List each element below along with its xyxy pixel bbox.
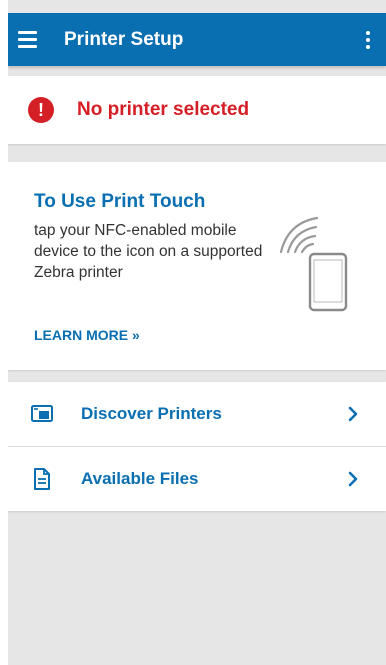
- chevron-right-icon: [348, 471, 358, 487]
- print-touch-description: tap your NFC-enabled mobile device to th…: [34, 222, 263, 281]
- print-touch-card: To Use Print Touch tap your NFC-enabled …: [8, 162, 386, 370]
- available-files-label: Available Files: [81, 469, 199, 488]
- discover-printers-item[interactable]: Discover Printers: [8, 382, 386, 446]
- printer-status-message: No printer selected: [77, 99, 250, 120]
- overflow-menu-icon[interactable]: [356, 13, 380, 66]
- learn-more-link[interactable]: LEARN MORE »: [34, 327, 140, 343]
- app-bar: Printer Setup: [8, 13, 386, 66]
- available-files-item[interactable]: Available Files: [8, 446, 386, 511]
- app-root: Printer Setup ! No printer selected To U…: [8, 0, 386, 665]
- hamburger-menu-icon[interactable]: [18, 13, 58, 66]
- actions-list: Discover Printers Available Files: [8, 382, 386, 511]
- printer-status-card: ! No printer selected: [8, 76, 386, 144]
- nfc-phone-icon: [279, 216, 348, 312]
- chevron-right-icon: [348, 406, 358, 422]
- error-alert-icon: !: [28, 97, 54, 123]
- app-title: Printer Setup: [64, 28, 184, 50]
- document-icon: [34, 468, 50, 490]
- print-touch-title: To Use Print Touch: [34, 191, 206, 212]
- discover-printers-label: Discover Printers: [81, 404, 222, 423]
- printer-search-icon: [31, 405, 53, 422]
